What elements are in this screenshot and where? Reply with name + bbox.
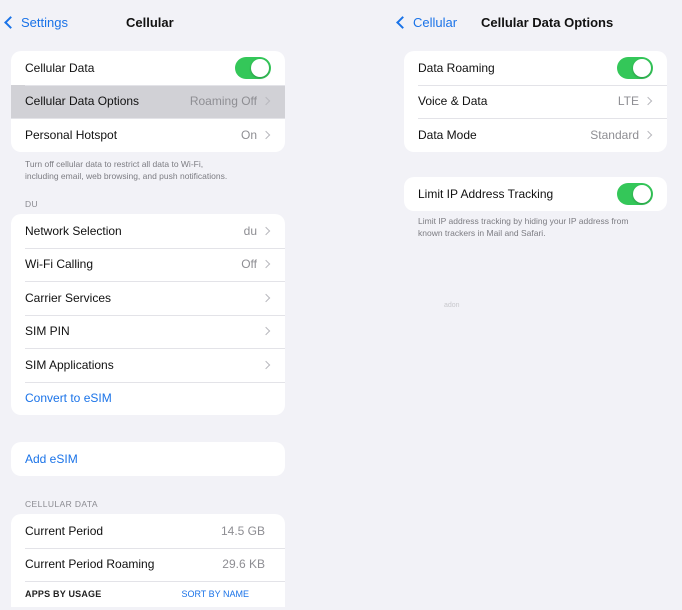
chevron-right-icon [261, 327, 271, 336]
row-label: APPS BY USAGE [25, 589, 102, 599]
cellular-data-options-panel: Cellular Cellular Data Options Data Roam… [390, 0, 682, 610]
row-value: Off [241, 257, 257, 272]
carrier-group: Network Selection du Wi-Fi Calling Off C… [11, 214, 285, 415]
footer-line: Limit IP address tracking by hiding your… [418, 216, 629, 226]
limit-ip-tracking-toggle[interactable] [617, 182, 653, 205]
cellular-panel: Settings Cellular Cellular Data Cellular… [0, 0, 295, 610]
row-label: SIM PIN [25, 324, 70, 339]
carrier-services-row[interactable]: Carrier Services [11, 281, 285, 315]
toggle-knob [633, 58, 651, 77]
toggle-knob [633, 184, 651, 203]
row-value: du [243, 223, 257, 238]
add-esim-group: Add eSIM [11, 442, 285, 476]
row-label: Convert to eSIM [25, 391, 112, 406]
chevron-right-icon [261, 260, 271, 269]
cellular-data-footer: Turn off cellular data to restrict all d… [25, 158, 227, 182]
sort-by-name-button[interactable]: SORT BY NAME [181, 589, 249, 599]
cellular-nav-bar: Settings Cellular [0, 0, 295, 44]
row-label: Current Period Roaming [25, 557, 155, 572]
options-nav-bar: Cellular Cellular Data Options [390, 0, 682, 44]
chevron-right-icon [261, 97, 271, 106]
row-label: Network Selection [25, 223, 122, 238]
chevron-right-icon [643, 130, 653, 139]
footer-line: known trackers in Mail and Safari. [418, 228, 546, 238]
toggle-knob [251, 58, 269, 77]
back-label: Cellular [413, 15, 458, 30]
ip-tracking-footer: Limit IP address tracking by hiding your… [418, 215, 628, 239]
row-label: Limit IP Address Tracking [418, 186, 554, 201]
chevron-right-icon [261, 130, 271, 139]
row-label: Data Roaming [418, 60, 495, 75]
row-label: Carrier Services [25, 290, 112, 305]
wifi-calling-row[interactable]: Wi-Fi Calling Off [11, 247, 285, 282]
row-label: Cellular Data Options [25, 94, 140, 109]
row-label: SIM Applications [25, 357, 114, 372]
apps-by-usage-row: APPS BY USAGE SORT BY NAME [11, 581, 285, 607]
row-value: LTE [617, 94, 639, 109]
back-to-cellular-button[interactable]: Cellular [396, 15, 458, 30]
row-label: Personal Hotspot [25, 127, 118, 142]
footer-line: Turn off cellular data to restrict all d… [25, 159, 204, 169]
network-selection-row[interactable]: Network Selection du [11, 214, 285, 248]
chevron-left-icon [396, 16, 409, 29]
row-value: 14.5 GB [220, 523, 265, 538]
page-title: Cellular [126, 15, 174, 30]
ip-tracking-group: Limit IP Address Tracking [404, 177, 667, 211]
usage-group: Current Period 14.5 GB Current Period Ro… [11, 514, 285, 607]
faint-text: adon [444, 302, 460, 309]
chevron-right-icon [643, 97, 653, 106]
personal-hotspot-row[interactable]: Personal Hotspot On [11, 118, 285, 152]
data-mode-row[interactable]: Data Mode Standard [404, 118, 667, 152]
row-label: Add eSIM [25, 451, 78, 466]
cellular-data-toggle[interactable] [235, 56, 271, 79]
row-value: Standard [590, 127, 639, 142]
chevron-right-icon [261, 226, 271, 235]
convert-to-esim-button[interactable]: Convert to eSIM [11, 381, 285, 416]
back-to-settings-button[interactable]: Settings [4, 15, 68, 30]
sim-pin-row[interactable]: SIM PIN [11, 314, 285, 349]
row-label: Voice & Data [418, 94, 488, 109]
cellular-data-options-row[interactable]: Cellular Data Options Roaming Off [11, 84, 285, 118]
data-roaming-toggle[interactable] [617, 56, 653, 79]
limit-ip-tracking-row: Limit IP Address Tracking [404, 177, 667, 211]
chevron-right-icon [261, 360, 271, 369]
add-esim-button[interactable]: Add eSIM [11, 442, 285, 476]
chevron-right-icon [261, 293, 271, 302]
footer-line: including email, web browsing, and push … [25, 171, 228, 181]
row-value: On [240, 127, 257, 142]
row-label: Wi-Fi Calling [25, 257, 94, 272]
current-period-row: Current Period 14.5 GB [11, 514, 285, 548]
cellular-data-row: Cellular Data [11, 51, 285, 85]
sim-applications-row[interactable]: SIM Applications [11, 348, 285, 382]
voice-data-row[interactable]: Voice & Data LTE [404, 84, 667, 119]
row-value: 29.6 KB [222, 557, 265, 572]
cellular-data-group: Cellular Data Cellular Data Options Roam… [11, 51, 285, 152]
row-label: Current Period [25, 523, 104, 538]
page-title: Cellular Data Options [481, 15, 614, 30]
current-period-roaming-row: Current Period Roaming 29.6 KB [11, 547, 285, 582]
data-roaming-row: Data Roaming [404, 51, 667, 85]
row-label: Data Mode [418, 127, 477, 142]
roaming-group: Data Roaming Voice & Data LTE Data Mode … [404, 51, 667, 152]
chevron-left-icon [4, 16, 17, 29]
cellular-data-section-header: CELLULAR DATA [25, 499, 98, 509]
row-value: Roaming Off [189, 94, 257, 109]
row-label: Cellular Data [25, 60, 95, 75]
back-label: Settings [21, 15, 68, 30]
carrier-section-header: DU [25, 199, 39, 209]
